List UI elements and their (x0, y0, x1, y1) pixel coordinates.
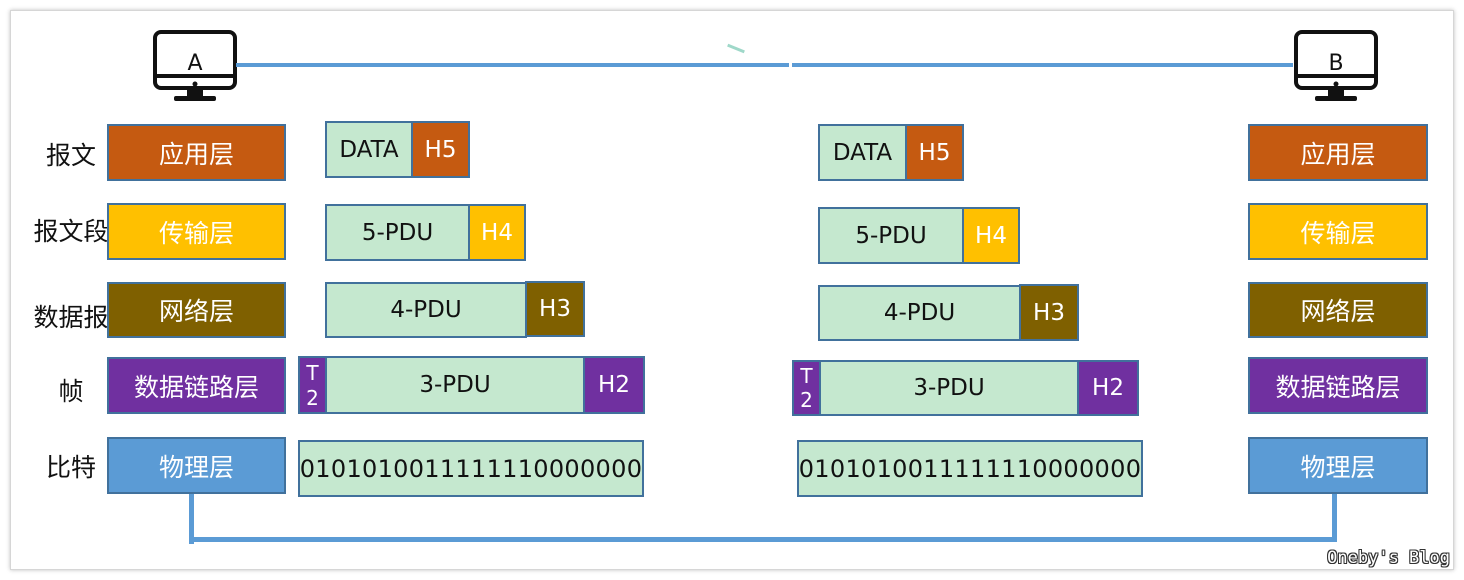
pdu-name-frame: 帧 (58, 377, 84, 406)
send-app-data: DATA (325, 121, 413, 178)
pdu-name-message: 报文 (45, 141, 96, 170)
recv-network-header: H3 (1019, 284, 1079, 341)
recv-datalink-data: 3-PDU (819, 360, 1079, 416)
send-datalink-header: H2 (583, 356, 645, 414)
send-physical-bits: 0101010011111110000000 (298, 440, 644, 497)
send-transport-data: 5-PDU (325, 204, 470, 261)
pdu-name-segment: 报文段 (33, 217, 109, 246)
b-layer-datalink: 数据链路层 (1248, 357, 1428, 414)
recv-transport-data: 5-PDU (818, 207, 964, 264)
host-b-label: B (1328, 51, 1344, 76)
decorative-tick (727, 43, 745, 54)
recv-transport-header: H4 (962, 207, 1020, 264)
recv-app-header: H5 (905, 124, 964, 181)
a-layer-transport: 传输层 (107, 203, 286, 260)
b-layer-physical: 物理层 (1248, 437, 1428, 494)
a-layer-application: 应用层 (107, 124, 286, 181)
recv-app-data: DATA (818, 124, 907, 181)
recv-datalink-header: H2 (1077, 360, 1139, 416)
a-layer-physical: 物理层 (107, 437, 286, 494)
send-trailer-2: 2 (306, 385, 319, 410)
send-network-header: H3 (525, 281, 585, 337)
send-network-data: 4-PDU (325, 282, 527, 338)
bottom-link-right (1332, 494, 1337, 542)
watermark: Oneby's Blog (1327, 548, 1450, 568)
b-layer-application: 应用层 (1248, 124, 1428, 181)
send-transport-header: H4 (468, 204, 526, 261)
recv-trailer-2: 2 (800, 388, 813, 412)
recv-network-data: 4-PDU (818, 285, 1021, 341)
pdu-name-bit: 比特 (45, 453, 96, 482)
send-datalink-data: 3-PDU (325, 356, 585, 414)
a-layer-network: 网络层 (107, 282, 286, 338)
recv-physical-bits: 0101010011111110000000 (797, 440, 1143, 497)
host-a-label: A (187, 51, 203, 76)
send-datalink-trailer: T 2 (298, 356, 327, 414)
recv-trailer-t: T (800, 364, 813, 388)
recv-datalink-trailer: T 2 (792, 360, 821, 416)
bottom-link (189, 537, 1337, 542)
b-layer-network: 网络层 (1248, 282, 1428, 338)
top-link-right (792, 63, 1293, 67)
slide: A B 报文 报文段 数据报 帧 比特 应用层 传输层 网络层 数据链路层 物理… (10, 10, 1454, 570)
b-layer-transport: 传输层 (1248, 203, 1428, 260)
send-trailer-t: T (306, 360, 319, 385)
top-link-left (236, 63, 789, 67)
pdu-name-datagram: 数据报 (33, 303, 109, 332)
a-layer-datalink: 数据链路层 (107, 357, 286, 414)
send-app-header: H5 (411, 121, 470, 178)
